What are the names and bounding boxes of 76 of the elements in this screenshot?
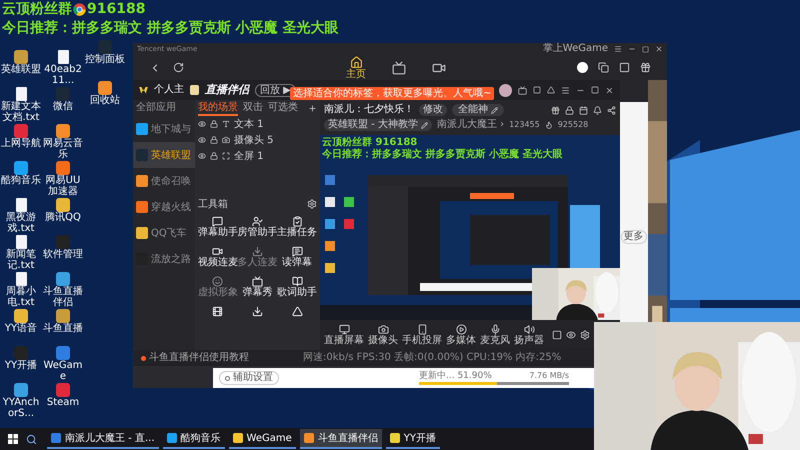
desktop-icon-label: 40eab211... xyxy=(43,64,83,86)
source-item[interactable]: 文本 1 xyxy=(234,118,264,130)
taskbar-item[interactable]: WeGame xyxy=(228,429,296,449)
desktop-icon-label: 上网导航 xyxy=(0,138,42,149)
desktop-icon-label: YYAnchorS... xyxy=(2,397,40,419)
taskbar-item[interactable]: 酷狗音乐 xyxy=(162,429,225,449)
scene-tab[interactable]: 我的场景 xyxy=(198,100,238,116)
toolbar-button[interactable]: 多媒体 xyxy=(446,324,476,346)
tag-tooltip: 选择适合你的标签，获取更多曝光、人气哦~ xyxy=(290,87,494,100)
tool-button[interactable]: 读弹幕 xyxy=(277,246,317,274)
sidebar-item[interactable]: 英雄联盟 xyxy=(133,142,195,168)
desktop-icon-label: 英雄联盟 xyxy=(0,64,42,75)
download-speed: 7.76 MB/s xyxy=(529,371,569,381)
stats-text: 网速:0kb/s FPS:30 丢帧:0(0.00%) CPU:19% 内存:25% xyxy=(303,352,562,364)
toolbar-button[interactable]: 手机投屏 xyxy=(402,324,442,346)
desktop-icon-label: YY开播 xyxy=(4,360,38,371)
desktop-icon-label: 微信 xyxy=(52,101,74,112)
overlay-text: 云顶粉丝群 xyxy=(2,0,72,19)
toolbox-title: 工具箱 xyxy=(198,198,228,210)
desktop-icon-label: 新建文本文档.txt xyxy=(0,101,42,123)
tool-button[interactable]: 弹幕助手 xyxy=(198,216,238,244)
overlay-text: 云顶粉丝群 916188 xyxy=(322,137,418,148)
desktop-icon-label: WeGame xyxy=(42,360,84,382)
tag-field[interactable]: 全能神 xyxy=(452,104,504,116)
room-id: 123455 xyxy=(509,119,540,131)
toolbar-button[interactable]: 麦克风 xyxy=(480,324,510,346)
desktop-icon-label: 周暮小电.txt xyxy=(5,286,37,308)
sidebar-item[interactable]: 穿越火线 xyxy=(133,194,195,220)
streamer-name[interactable]: 南派儿大魔王 › xyxy=(436,119,504,131)
desktop-icon-label: Steam xyxy=(46,397,80,408)
scene-tab[interactable]: 可选类 xyxy=(268,100,298,116)
desktop-icon-label: 腾讯QQ xyxy=(44,212,82,223)
desktop-icon-label: 网易云音乐 xyxy=(42,138,84,160)
source-item[interactable]: 摄像头 5 xyxy=(234,134,274,146)
nav-tab[interactable]: 主页 xyxy=(346,56,366,80)
tool-button[interactable]: 歌词助手 xyxy=(277,276,317,304)
settings-button[interactable]: 辅助设置 xyxy=(219,371,279,385)
tool-button[interactable]: 房管助手 xyxy=(238,216,278,244)
desktop-icon-label: 软件管理 xyxy=(42,249,84,260)
popularity-count: 925528 xyxy=(558,119,588,131)
tool-button[interactable]: 弹幕秀 xyxy=(238,276,278,304)
tutorial-link[interactable]: 斗鱼直播伴侣使用教程 xyxy=(149,352,249,364)
toolbar-button[interactable]: 扬声器 xyxy=(514,324,544,346)
desktop-icon-label: 斗鱼直播伴侣 xyxy=(42,286,84,308)
desktop-icon-label: 新闻笔记.txt xyxy=(5,249,37,271)
desktop-icon-label: 网易UU加速器 xyxy=(44,175,82,197)
overlay-text: 今日推荐：拼多多瑞文 拼多多贾克斯 小恶魔 圣光大眼 xyxy=(322,149,562,161)
desktop-icon-label: 回收站 xyxy=(89,95,121,106)
sidebar-item[interactable]: 使命召唤 xyxy=(133,168,195,194)
sidebar-item[interactable]: 流放之路 xyxy=(133,246,195,272)
desktop-icon-label: 酷狗音乐 xyxy=(0,175,42,186)
home-label: 个人主 xyxy=(154,84,184,96)
sidebar-header: 全部应用 xyxy=(135,100,177,115)
desktop-icon-label: YY语音 xyxy=(4,323,38,334)
category-field[interactable]: 英雄联盟 - 大神教学 xyxy=(324,119,432,131)
update-status: 更新中... 51.90% xyxy=(419,371,492,381)
toolbar-button[interactable]: 摄像头 xyxy=(368,324,398,346)
taskbar-item[interactable]: YY开播 xyxy=(386,429,440,449)
source-item[interactable]: 全屏 1 xyxy=(234,150,264,162)
overlay-text: 今日推荐：拼多多瑞文 拼多多贾克斯 小恶魔 圣光大眼 xyxy=(2,19,339,38)
toolbar-button[interactable]: 直播屏幕 xyxy=(324,324,364,346)
overlay-text: 916188 xyxy=(87,0,146,19)
tool-button[interactable]: 主播任务 xyxy=(277,216,317,244)
scene-tab[interactable]: 双击 xyxy=(243,100,263,116)
sidebar-item[interactable]: QQ飞车 xyxy=(133,220,195,246)
desktop-icon-label: 斗鱼直播 xyxy=(42,323,84,334)
desktop-icon-label: 黑夜游戏.txt xyxy=(5,212,37,234)
taskbar-item[interactable]: 斗鱼直播伴侣 xyxy=(300,429,382,449)
desktop-icon-label: 控制面板 xyxy=(84,54,126,65)
sidebar-item[interactable]: 地下城与 xyxy=(133,116,195,142)
tool-button[interactable]: 视频连麦 xyxy=(198,246,238,274)
edit-button[interactable]: 修改 xyxy=(419,104,447,116)
app-name: 直播伴侣 xyxy=(205,84,249,96)
taskbar-item[interactable]: 南派儿大魔王 - 直... xyxy=(47,429,159,449)
mobile-link[interactable]: 掌上WeGame xyxy=(542,43,608,55)
room-title: 南派儿：七夕快乐！ xyxy=(324,104,414,116)
